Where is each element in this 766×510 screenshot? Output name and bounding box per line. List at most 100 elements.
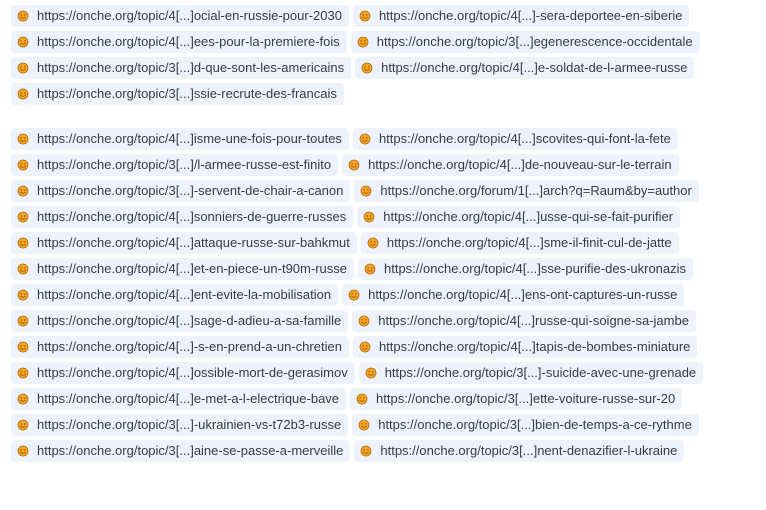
link-url-text: https://onche.org/topic/3[...]bien-de-te…: [378, 417, 692, 432]
link-chip[interactable]: https://onche.org/topic/4[...]-s-en-pren…: [11, 336, 349, 358]
link-url-text: https://onche.org/topic/4[...]sme-il-fin…: [386, 235, 672, 250]
link-url-text: https://onche.org/topic/4[...]sage-d-adi…: [37, 313, 342, 328]
link-chip[interactable]: https://onche.org/topic/4[...]ent-evite-…: [11, 284, 339, 306]
onche-smiley-icon: [366, 236, 380, 250]
link-url-text: https://onche.org/topic/4[...]sonniers-d…: [37, 209, 347, 224]
link-chip[interactable]: https://onche.org/topic/4[...]-sera-depo…: [352, 5, 690, 27]
onche-smiley-icon: [16, 262, 30, 276]
onche-smiley-icon: [359, 184, 373, 198]
onche-smiley-icon: [16, 314, 30, 328]
link-chip[interactable]: https://onche.org/topic/4[...]de-nouveau…: [342, 154, 679, 176]
onche-smiley-icon: [16, 340, 30, 354]
link-url-text: https://onche.org/topic/3[...]-servent-d…: [37, 183, 344, 198]
link-chip[interactable]: https://onche.org/topic/4[...]russe-qui-…: [352, 310, 696, 332]
link-chip[interactable]: https://onche.org/topic/4[...]isme-une-f…: [11, 128, 349, 150]
link-url-text: https://onche.org/topic/3[...]/l-armee-r…: [37, 157, 332, 172]
link-chip[interactable]: https://onche.org/topic/3[...]-servent-d…: [11, 180, 351, 202]
link-url-text: https://onche.org/topic/4[...]ens-ont-ca…: [368, 287, 678, 302]
link-chip[interactable]: https://onche.org/topic/3[...]d-que-sont…: [11, 57, 352, 79]
onche-smiley-icon: [357, 314, 371, 328]
link-chip[interactable]: https://onche.org/topic/3[...]ssie-recru…: [11, 83, 344, 105]
link-chip[interactable]: https://onche.org/topic/4[...]ees-pour-l…: [11, 31, 347, 53]
link-chip[interactable]: https://onche.org/topic/3[...]ette-voitu…: [350, 388, 683, 410]
link-chip[interactable]: https://onche.org/topic/4[...]et-en-piec…: [11, 258, 354, 280]
onche-smiley-icon: [16, 366, 30, 380]
link-chip[interactable]: https://onche.org/topic/4[...]attaque-ru…: [11, 232, 357, 254]
link-chip[interactable]: https://onche.org/topic/4[...]scovites-q…: [352, 128, 678, 150]
onche-smiley-icon: [16, 184, 30, 198]
onche-smiley-icon: [358, 9, 372, 23]
onche-smiley-icon: [358, 340, 372, 354]
onche-smiley-icon: [16, 444, 30, 458]
link-url-text: https://onche.org/topic/4[...]-sera-depo…: [378, 8, 683, 23]
link-chip[interactable]: https://onche.org/topic/4[...]e-met-a-l-…: [11, 388, 347, 410]
link-chip[interactable]: https://onche.org/topic/3[...]-ukrainien…: [11, 414, 349, 436]
link-url-text: https://onche.org/topic/4[...]de-nouveau…: [368, 157, 672, 172]
link-chip[interactable]: https://onche.org/forum/1[...]arch?q=Rau…: [354, 180, 699, 202]
link-chip[interactable]: https://onche.org/topic/4[...]ossible-mo…: [11, 362, 355, 384]
link-list-page: https://onche.org/topic/4[...]ocial-en-r…: [11, 3, 761, 464]
link-chip[interactable]: https://onche.org/topic/3[...]bien-de-te…: [352, 414, 699, 436]
onche-smiley-icon: [16, 210, 30, 224]
onche-smiley-icon: [362, 210, 376, 224]
link-chip[interactable]: https://onche.org/topic/3[...]/l-armee-r…: [11, 154, 339, 176]
link-chip[interactable]: https://onche.org/topic/4[...]ens-ont-ca…: [342, 284, 685, 306]
onche-smiley-icon: [358, 132, 372, 146]
onche-smiley-icon: [16, 158, 30, 172]
onche-smiley-icon: [355, 392, 369, 406]
link-url-text: https://onche.org/topic/4[...]e-met-a-l-…: [37, 391, 340, 406]
link-url-text: https://onche.org/topic/4[...]sse-purifi…: [384, 261, 687, 276]
onche-smiley-icon: [359, 444, 373, 458]
link-chip[interactable]: https://onche.org/topic/4[...]sme-il-fin…: [360, 232, 679, 254]
link-chip[interactable]: https://onche.org/topic/3[...]-suicide-a…: [358, 362, 704, 384]
link-chip[interactable]: https://onche.org/topic/4[...]tapis-de-b…: [352, 336, 698, 358]
link-url-text: https://onche.org/topic/3[...]-ukrainien…: [37, 417, 342, 432]
onche-smiley-icon: [360, 61, 374, 75]
link-url-text: https://onche.org/topic/4[...]-s-en-pren…: [37, 339, 342, 354]
link-chip[interactable]: https://onche.org/topic/3[...]egeneresce…: [350, 31, 700, 53]
link-chip[interactable]: https://onche.org/topic/3[...]aine-se-pa…: [11, 440, 351, 462]
link-url-text: https://onche.org/topic/4[...]ees-pour-l…: [37, 34, 340, 49]
link-chip[interactable]: https://onche.org/topic/4[...]e-soldat-d…: [355, 57, 695, 79]
link-url-text: https://onche.org/topic/4[...]e-soldat-d…: [381, 60, 688, 75]
onche-smiley-icon: [16, 61, 30, 75]
link-chip[interactable]: https://onche.org/topic/4[...]usse-qui-s…: [357, 206, 681, 228]
link-url-text: https://onche.org/topic/3[...]nent-denaz…: [380, 443, 678, 458]
link-url-text: https://onche.org/topic/3[...]ssie-recru…: [37, 86, 337, 101]
onche-smiley-icon: [16, 392, 30, 406]
link-url-text: https://onche.org/topic/4[...]ossible-mo…: [37, 365, 348, 380]
onche-smiley-icon: [16, 35, 30, 49]
onche-smiley-icon: [363, 262, 377, 276]
link-url-text: https://onche.org/topic/3[...]-suicide-a…: [384, 365, 697, 380]
link-url-text: https://onche.org/topic/3[...]ette-voitu…: [376, 391, 676, 406]
link-chip[interactable]: https://onche.org/topic/3[...]nent-denaz…: [354, 440, 685, 462]
link-chip[interactable]: https://onche.org/topic/4[...]sse-purifi…: [358, 258, 694, 280]
link-url-text: https://onche.org/forum/1[...]arch?q=Rau…: [380, 183, 692, 198]
onche-smiley-icon: [16, 87, 30, 101]
link-url-text: https://onche.org/topic/4[...]russe-qui-…: [378, 313, 689, 328]
link-url-text: https://onche.org/topic/4[...]ent-evite-…: [37, 287, 332, 302]
link-url-text: https://onche.org/topic/4[...]attaque-ru…: [37, 235, 350, 250]
onche-smiley-icon: [357, 418, 371, 432]
link-url-text: https://onche.org/topic/4[...]usse-qui-s…: [383, 209, 674, 224]
link-url-text: https://onche.org/topic/4[...]ocial-en-r…: [37, 8, 342, 23]
onche-smiley-icon: [16, 132, 30, 146]
link-group: https://onche.org/topic/4[...]isme-une-f…: [11, 126, 761, 464]
onche-smiley-icon: [16, 236, 30, 250]
onche-smiley-icon: [347, 288, 361, 302]
onche-smiley-icon: [356, 35, 370, 49]
onche-smiley-icon: [347, 158, 361, 172]
link-chip[interactable]: https://onche.org/topic/4[...]ocial-en-r…: [11, 5, 349, 27]
link-group: https://onche.org/topic/4[...]ocial-en-r…: [11, 3, 761, 107]
onche-smiley-icon: [364, 366, 378, 380]
link-url-text: https://onche.org/topic/3[...]egeneresce…: [376, 34, 693, 49]
onche-smiley-icon: [16, 418, 30, 432]
link-chip[interactable]: https://onche.org/topic/4[...]sonniers-d…: [11, 206, 354, 228]
link-chip[interactable]: https://onche.org/topic/4[...]sage-d-adi…: [11, 310, 349, 332]
link-url-text: https://onche.org/topic/3[...]aine-se-pa…: [37, 443, 344, 458]
link-url-text: https://onche.org/topic/4[...]tapis-de-b…: [378, 339, 691, 354]
link-url-text: https://onche.org/topic/3[...]d-que-sont…: [37, 60, 345, 75]
onche-smiley-icon: [16, 9, 30, 23]
link-url-text: https://onche.org/topic/4[...]isme-une-f…: [37, 131, 342, 146]
link-url-text: https://onche.org/topic/4[...]scovites-q…: [378, 131, 671, 146]
